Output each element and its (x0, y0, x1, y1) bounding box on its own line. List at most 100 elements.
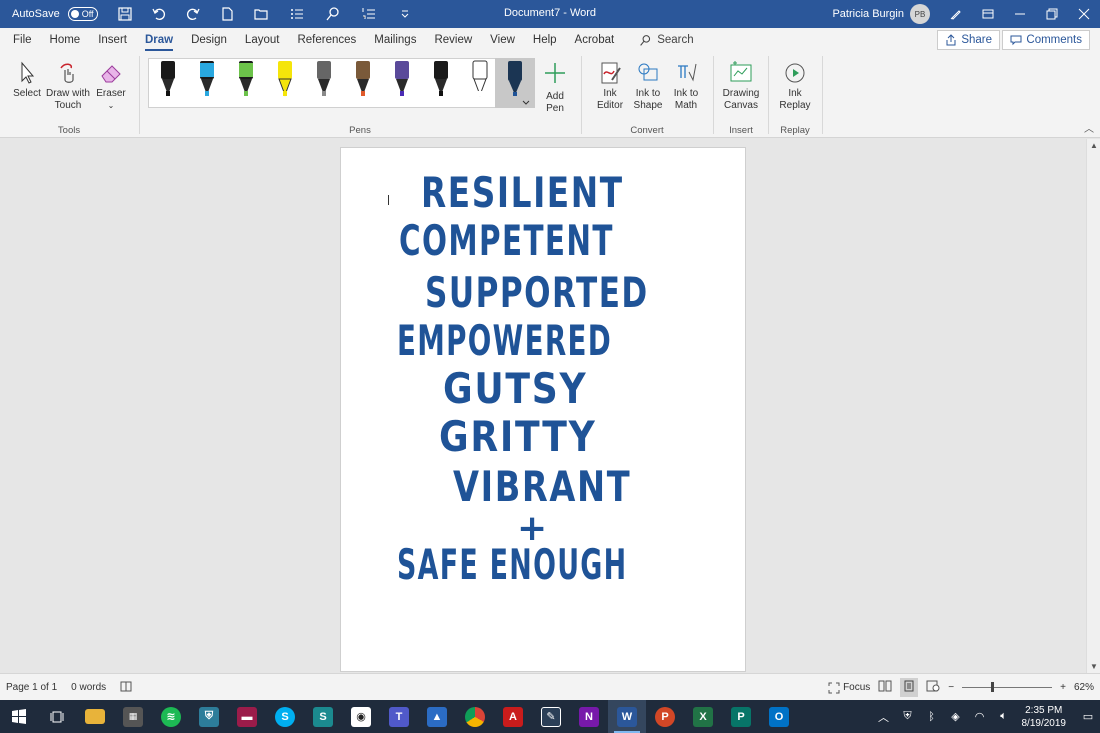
sway-button[interactable]: S (304, 700, 342, 733)
teams-button[interactable]: T (380, 700, 418, 733)
find-button[interactable] (318, 0, 348, 28)
selected-pen-dropdown[interactable] (495, 58, 535, 108)
onenote-button[interactable]: N (570, 700, 608, 733)
select-button[interactable]: Select (10, 58, 44, 100)
tab-home[interactable]: Home (41, 28, 90, 52)
zoom-out-button[interactable]: − (948, 682, 954, 693)
photos-button[interactable]: ▬ (228, 700, 266, 733)
pen-9[interactable] (472, 60, 488, 97)
tab-insert[interactable]: Insert (89, 28, 136, 52)
user-name[interactable]: Patricia Burgin (832, 8, 904, 20)
page-count[interactable]: Page 1 of 1 (6, 682, 57, 693)
publisher-button[interactable]: P (722, 700, 760, 733)
excel-button[interactable]: X (684, 700, 722, 733)
clock[interactable]: 2:35 PM 8/19/2019 (1022, 704, 1067, 730)
collapse-ribbon-button[interactable]: ︿ (1084, 120, 1094, 135)
search-box[interactable]: Search (639, 34, 694, 47)
document-area[interactable]: RESILIENT COMPETENT SUPPORTED EMPOWERED … (0, 139, 1086, 673)
eraser-button[interactable]: Eraser ⌄ (94, 58, 128, 112)
ink-word-vibrant[interactable]: VIBRANT (453, 462, 631, 511)
eraser-dropdown-arrow[interactable]: ⌄ (94, 100, 128, 112)
file-explorer-button[interactable] (76, 700, 114, 733)
ink-replay-button[interactable]: Ink Replay (775, 58, 815, 112)
redo-button[interactable] (178, 0, 208, 28)
close-button[interactable] (1068, 0, 1100, 28)
document-page[interactable]: RESILIENT COMPETENT SUPPORTED EMPOWERED … (340, 147, 746, 672)
pen-7[interactable] (395, 61, 409, 96)
ink-editor-button[interactable]: Ink Editor (590, 58, 630, 112)
wifi-icon[interactable]: ◠ (968, 710, 992, 723)
ribbon-display-button[interactable] (972, 0, 1004, 28)
start-button[interactable] (0, 700, 38, 733)
minimize-button[interactable] (1004, 0, 1036, 28)
security-icon[interactable]: ◈ (944, 710, 968, 723)
tab-draw[interactable]: Draw (136, 28, 182, 52)
pen-8[interactable] (434, 61, 448, 96)
security-button[interactable]: ⛨ (190, 700, 228, 733)
proofing-icon[interactable] (120, 680, 132, 695)
tab-acrobat[interactable]: Acrobat (566, 28, 624, 52)
shield-icon[interactable]: ⛨ (896, 710, 920, 723)
add-pen-button[interactable]: Add Pen (540, 58, 570, 115)
ink-to-shape-button[interactable]: Ink to Shape (630, 58, 666, 112)
sketch-app-button[interactable]: ▲ (418, 700, 456, 733)
tab-layout[interactable]: Layout (236, 28, 289, 52)
calculator-button[interactable]: ▦ (114, 700, 152, 733)
zoom-level[interactable]: 62% (1074, 682, 1094, 693)
camera-button[interactable]: ◉ (342, 700, 380, 733)
zoom-slider[interactable] (962, 682, 1053, 692)
word-count[interactable]: 0 words (71, 682, 106, 693)
pen-4[interactable] (278, 61, 292, 97)
ink-word-empowered[interactable]: EMPOWERED (397, 316, 612, 365)
ink-word-competent[interactable]: COMPETENT (399, 216, 614, 265)
scroll-up-arrow[interactable]: ▲ (1090, 141, 1098, 150)
autosave-toggle[interactable]: Off (67, 7, 98, 21)
outlook-button[interactable]: O (760, 700, 798, 733)
ink-word-supported[interactable]: SUPPORTED (425, 268, 649, 317)
vertical-scrollbar[interactable]: ▲ ▼ (1086, 139, 1100, 673)
pen-5[interactable] (317, 61, 331, 96)
share-button[interactable]: Share (937, 30, 1000, 50)
bullets-button[interactable] (280, 0, 314, 28)
tab-references[interactable]: References (288, 28, 365, 52)
acrobat-button[interactable]: A (494, 700, 532, 733)
tab-design[interactable]: Design (182, 28, 236, 52)
web-layout-icon[interactable] (926, 680, 940, 695)
notifications-icon[interactable]: ▭ (1076, 710, 1100, 723)
ink-word-resilient[interactable]: RESILIENT (421, 168, 624, 217)
restore-button[interactable] (1036, 0, 1068, 28)
pen-3[interactable] (239, 61, 253, 96)
chrome-button[interactable] (456, 700, 494, 733)
ink-word-safe-enough[interactable]: SAFE ENOUGH (397, 540, 627, 589)
tab-review[interactable]: Review (425, 28, 481, 52)
print-layout-icon[interactable] (900, 678, 919, 697)
bluetooth-icon[interactable]: ᛒ (920, 711, 944, 723)
whiteboard-button[interactable]: ✎ (532, 700, 570, 733)
tab-help[interactable]: Help (524, 28, 566, 52)
spotify-button[interactable]: ≋ (152, 700, 190, 733)
tab-view[interactable]: View (481, 28, 524, 52)
word-button[interactable]: W (608, 700, 646, 733)
save-button[interactable] (110, 0, 140, 28)
chevron-up-icon[interactable]: ︿ (872, 709, 896, 725)
zoom-slider-knob[interactable] (991, 682, 995, 692)
pen-1[interactable] (161, 61, 175, 96)
volume-icon[interactable]: 🔈︎ (992, 710, 1016, 723)
zoom-in-button[interactable]: + (1060, 682, 1066, 693)
powerpoint-button[interactable]: P (646, 700, 684, 733)
numbering-button[interactable] (352, 0, 386, 28)
ink-word-gritty[interactable]: GRITTY (439, 412, 596, 461)
open-button[interactable] (246, 0, 276, 28)
focus-button[interactable]: Focus (828, 682, 870, 694)
pen-6[interactable] (356, 61, 370, 96)
ink-word-gutsy[interactable]: GUTSY (443, 364, 587, 413)
draw-with-touch-button[interactable]: Draw with Touch (44, 58, 92, 112)
comments-button[interactable]: Comments (1002, 30, 1090, 50)
task-view-button[interactable] (38, 700, 76, 733)
new-document-button[interactable] (212, 0, 242, 28)
ink-button[interactable] (940, 0, 972, 28)
skype-button[interactable]: S (266, 700, 304, 733)
customize-qat-button[interactable] (390, 0, 420, 28)
tab-file[interactable]: File (4, 28, 41, 52)
avatar[interactable]: PB (910, 4, 930, 24)
